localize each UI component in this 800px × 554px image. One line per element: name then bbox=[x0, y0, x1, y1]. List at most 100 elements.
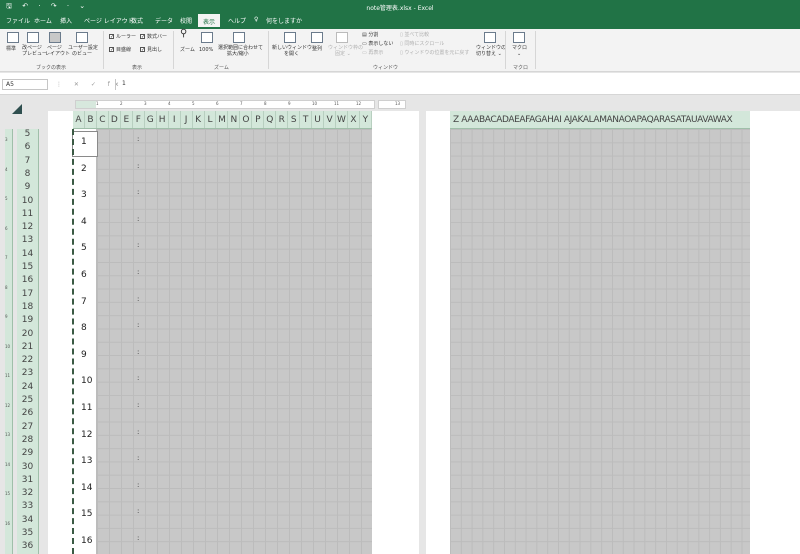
cell-value[interactable]: 10 bbox=[81, 376, 92, 386]
cell-value[interactable]: 9 bbox=[81, 350, 87, 360]
formula-bar-icons[interactable]: ⋮ ✕ ✓ fx bbox=[56, 81, 123, 88]
colon-cell[interactable]: : bbox=[137, 481, 139, 489]
row-header[interactable]: 33 bbox=[17, 501, 38, 511]
column-header[interactable]: P bbox=[252, 111, 265, 128]
column-header[interactable]: A bbox=[73, 111, 85, 128]
row-header[interactable]: 10 bbox=[17, 196, 38, 206]
magnifier-icon[interactable]: ⚲ bbox=[180, 29, 187, 39]
colon-cell[interactable]: : bbox=[137, 188, 139, 196]
tab-data[interactable]: データ bbox=[155, 16, 173, 25]
column-header[interactable]: M bbox=[216, 111, 229, 128]
column-header[interactable]: F bbox=[133, 111, 145, 128]
tab-view[interactable]: 表示 bbox=[198, 14, 221, 29]
cell-value[interactable]: 7 bbox=[81, 297, 87, 307]
column-header[interactable]: C bbox=[97, 111, 109, 128]
colon-cell[interactable]: : bbox=[137, 321, 139, 329]
reset-window-position-button[interactable]: ▯ ウィンドウの位置を元に戻す bbox=[400, 50, 469, 56]
row-header[interactable]: 32 bbox=[17, 488, 38, 498]
zoom-button[interactable]: ズーム bbox=[180, 47, 195, 53]
column-header[interactable]: J bbox=[181, 111, 193, 128]
colon-cell[interactable]: : bbox=[137, 348, 139, 356]
column-header[interactable]: Q bbox=[264, 111, 277, 128]
colon-cell[interactable]: : bbox=[137, 401, 139, 409]
page-break-preview-icon[interactable] bbox=[27, 32, 39, 43]
zoom-100-button[interactable]: 100% bbox=[199, 47, 213, 53]
column-header[interactable]: V bbox=[324, 111, 337, 128]
row-header[interactable]: 11 bbox=[17, 209, 38, 219]
column-header[interactable]: T bbox=[300, 111, 313, 128]
ruler-checkbox[interactable]: ✓ bbox=[109, 34, 114, 40]
column-header[interactable]: B bbox=[85, 111, 97, 128]
colon-cell[interactable]: : bbox=[137, 135, 139, 143]
cell-grid-page2[interactable] bbox=[450, 129, 750, 554]
cell-value[interactable]: 14 bbox=[81, 483, 92, 493]
headings-checkbox[interactable]: ✓ bbox=[140, 47, 145, 53]
freeze-panes-icon[interactable] bbox=[336, 32, 348, 43]
cell-value[interactable]: 16 bbox=[81, 536, 92, 546]
row-header[interactable]: 28 bbox=[17, 435, 38, 445]
row-header[interactable]: 18 bbox=[17, 302, 38, 312]
zoom-selection-icon[interactable] bbox=[233, 32, 245, 43]
colon-cell[interactable]: : bbox=[137, 268, 139, 276]
cell-value[interactable]: 2 bbox=[81, 164, 87, 174]
row-header[interactable]: 5 bbox=[17, 129, 38, 139]
colon-cell[interactable]: : bbox=[137, 374, 139, 382]
normal-view-button[interactable]: 標準 bbox=[6, 46, 16, 52]
arrange-all-icon[interactable] bbox=[311, 32, 323, 43]
tab-help[interactable]: ヘルプ bbox=[228, 16, 246, 25]
name-box[interactable]: A5 bbox=[2, 79, 48, 90]
cell-value[interactable]: 3 bbox=[81, 190, 87, 200]
arrange-all-button[interactable]: 整列 bbox=[312, 46, 322, 52]
column-header[interactable]: K bbox=[193, 111, 205, 128]
split-button[interactable]: ▤ 分割 bbox=[362, 32, 378, 38]
cell-value[interactable]: 5 bbox=[81, 243, 87, 253]
page-layout-view-icon[interactable] bbox=[49, 32, 61, 43]
row-header[interactable]: 25 bbox=[17, 395, 38, 405]
custom-views-icon[interactable] bbox=[76, 32, 88, 43]
column-header[interactable]: E bbox=[121, 111, 133, 128]
hide-button[interactable]: ▭ 表示しない bbox=[362, 41, 393, 47]
cell-value[interactable]: 4 bbox=[81, 217, 87, 227]
row-header[interactable]: 19 bbox=[17, 315, 38, 325]
row-header[interactable]: 36 bbox=[17, 541, 38, 551]
colon-cell[interactable]: : bbox=[137, 241, 139, 249]
column-header[interactable]: G bbox=[145, 111, 157, 128]
column-header[interactable]: I bbox=[169, 111, 181, 128]
row-header[interactable]: 31 bbox=[17, 475, 38, 485]
unhide-button[interactable]: ▭ 再表示 bbox=[362, 50, 383, 56]
row-header[interactable]: 14 bbox=[17, 249, 38, 259]
macro-dropdown-arrow[interactable]: ⌄ bbox=[517, 51, 521, 57]
row-header[interactable]: 13 bbox=[17, 235, 38, 245]
colon-cell[interactable]: : bbox=[137, 295, 139, 303]
column-header[interactable]: S bbox=[288, 111, 301, 128]
view-side-by-side-button[interactable]: ▯ 並べて比較 bbox=[400, 32, 429, 38]
column-header[interactable]: X bbox=[348, 111, 360, 128]
colon-cell[interactable]: : bbox=[137, 428, 139, 436]
row-header[interactable]: 24 bbox=[17, 382, 38, 392]
new-window-icon[interactable] bbox=[284, 32, 296, 43]
row-header[interactable]: 35 bbox=[17, 528, 38, 538]
colon-cell[interactable]: : bbox=[137, 454, 139, 462]
tab-file[interactable]: ファイル bbox=[6, 16, 30, 25]
cell-value[interactable]: 15 bbox=[81, 509, 92, 519]
formula-bar-checkbox[interactable]: ✓ bbox=[140, 34, 145, 40]
formula-input[interactable]: 1 bbox=[115, 79, 797, 90]
row-header[interactable]: 7 bbox=[17, 156, 38, 166]
row-header[interactable]: 9 bbox=[17, 182, 38, 192]
column-header[interactable]: Y bbox=[360, 111, 372, 128]
cell-value[interactable]: 1 bbox=[81, 137, 87, 147]
row-header[interactable]: 29 bbox=[17, 448, 38, 458]
row-header[interactable]: 12 bbox=[17, 222, 38, 232]
gridlines-checkbox[interactable]: ✓ bbox=[109, 47, 114, 53]
row-header[interactable]: 20 bbox=[17, 329, 38, 339]
column-header[interactable]: R bbox=[276, 111, 289, 128]
column-header[interactable]: O bbox=[240, 111, 253, 128]
tab-review[interactable]: 校閲 bbox=[180, 16, 192, 25]
column-header[interactable]: W bbox=[336, 111, 348, 128]
cell-value[interactable]: 8 bbox=[81, 323, 87, 333]
column-header[interactable]: U bbox=[312, 111, 325, 128]
row-header[interactable]: 22 bbox=[17, 355, 38, 365]
tab-formulas[interactable]: 数式 bbox=[131, 16, 143, 25]
cell-value[interactable]: 13 bbox=[81, 456, 92, 466]
synchronous-scrolling-button[interactable]: ▯ 同時にスクロール bbox=[400, 41, 444, 47]
